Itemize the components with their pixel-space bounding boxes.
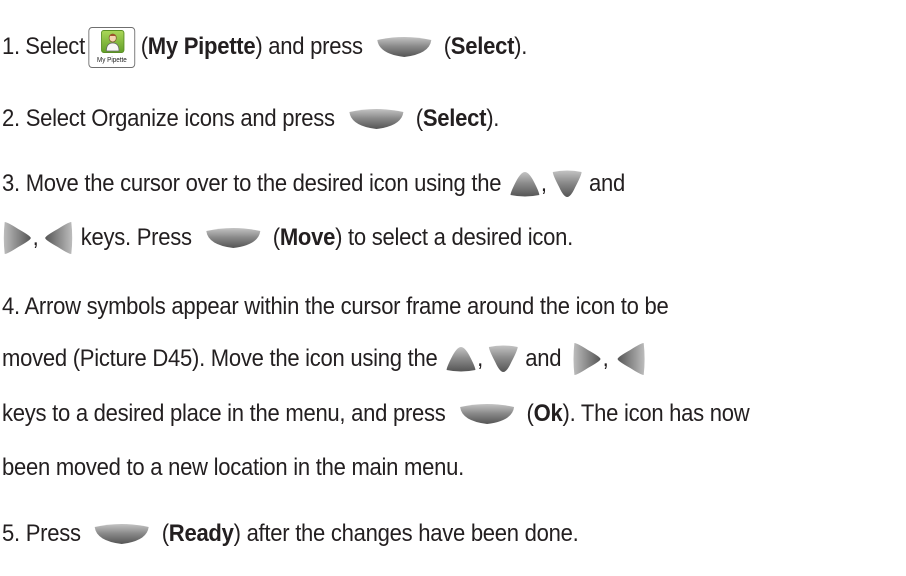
my-pipette-app-icon: My Pipette [88, 26, 136, 68]
left-arrow-key-icon [43, 220, 74, 256]
paren: ( [443, 33, 451, 60]
select-bold: Select [450, 33, 515, 60]
softkey-ok-icon [458, 403, 516, 425]
step-2: 2. Select Organize icons and press (Sele… [2, 104, 499, 134]
step-1: 1. Select My Pipette (My Pipette) and pr… [2, 26, 528, 68]
comma: , [477, 345, 483, 372]
paren: ( [140, 33, 148, 60]
softkey-ready-icon [93, 523, 151, 545]
left-arrow-key-icon [616, 341, 647, 377]
comma: , [540, 170, 547, 197]
select-bold: Select [422, 105, 487, 132]
right-arrow-key-icon [572, 341, 603, 377]
step-5: 5. Press (Ready) after the changes have … [2, 519, 579, 549]
paren-close: ). [486, 105, 500, 132]
step-4-line-2: moved (Picture D45). Move the icon using… [2, 341, 647, 377]
comma: , [32, 224, 39, 251]
step-3-line-1: 3. Move the cursor over to the desired i… [2, 169, 625, 199]
step-5-rest: ) after the changes have been done. [233, 520, 579, 547]
paren: ( [272, 224, 280, 251]
step-4-line-3-rest: ). The icon has now [562, 400, 750, 427]
down-arrow-key-icon [487, 344, 519, 374]
step-4-line-4-text: been moved to a new location in the main… [2, 454, 464, 481]
move-bold: Move [279, 224, 336, 251]
step-3-rest: ) to select a desired icon. [335, 224, 573, 251]
step-3-text: 3. Move the cursor over to the desired i… [2, 170, 502, 197]
step-1-and-press: ) and press [255, 33, 363, 60]
step-3-line-2: , keys. Press (Move) to select a desired… [2, 220, 573, 256]
step-5-press: 5. Press [2, 520, 81, 547]
right-arrow-key-icon [2, 220, 33, 256]
up-arrow-key-icon [508, 170, 540, 198]
paren: ( [526, 400, 534, 427]
up-arrow-key-icon [445, 345, 477, 373]
and-text: and [589, 170, 625, 197]
paren: ( [415, 105, 423, 132]
my-pipette-icon-label: My Pipette [97, 56, 127, 64]
step-4-line-1-text: 4. Arrow symbols appear within the curso… [2, 293, 669, 320]
softkey-move-icon [204, 227, 262, 249]
down-arrow-key-icon [551, 169, 583, 199]
step-2-text: 2. Select Organize icons and press [2, 105, 335, 132]
person-icon [101, 29, 125, 53]
step-4-line-3: keys to a desired place in the menu, and… [2, 399, 750, 429]
step-4-line-4: been moved to a new location in the main… [2, 453, 464, 483]
comma: , [602, 345, 609, 372]
ok-bold: Ok [533, 400, 563, 427]
and-text: and [525, 345, 562, 372]
step-3-keys-press: keys. Press [80, 224, 192, 251]
step-4-line-3-text: keys to a desired place in the menu, and… [2, 400, 446, 427]
softkey-select-icon [375, 36, 433, 58]
step-1-select-text: Select [25, 33, 85, 60]
paren-close: ). [514, 33, 528, 60]
paren: ( [161, 520, 169, 547]
softkey-select-icon [347, 108, 405, 130]
step-1-number: 1. [2, 33, 20, 60]
step-4-line-1: 4. Arrow symbols appear within the curso… [2, 292, 669, 322]
step-4-line-2-text: moved (Picture D45). Move the icon using… [2, 345, 438, 372]
my-pipette-bold: My Pipette [147, 33, 256, 60]
ready-bold: Ready [168, 520, 234, 547]
